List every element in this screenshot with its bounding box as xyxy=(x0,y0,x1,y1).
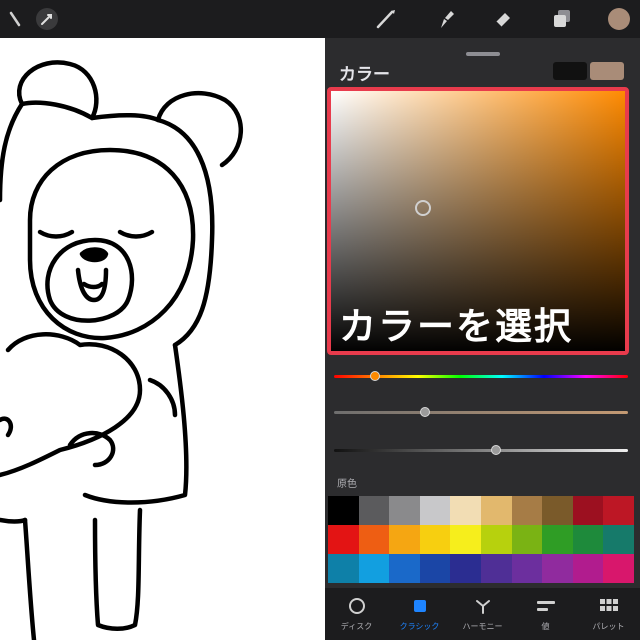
palette-swatch[interactable] xyxy=(419,554,451,583)
tab-classic[interactable]: クラシック xyxy=(388,588,451,640)
wrench-icon[interactable] xyxy=(2,7,28,31)
palette-swatch[interactable] xyxy=(481,496,512,525)
palette-swatch[interactable] xyxy=(572,525,604,554)
tab-value[interactable]: 値 xyxy=(514,588,577,640)
palette-swatch[interactable] xyxy=(389,525,420,554)
brightness-slider-knob[interactable] xyxy=(490,445,501,455)
color-panel: カラー カラーを選択 原色 ディスク クラシック ハーモニー 値 パレット xyxy=(325,38,640,640)
harmony-icon xyxy=(474,597,492,615)
tab-label: 値 xyxy=(541,622,550,631)
saturation-brightness-picker[interactable]: カラーを選択 xyxy=(327,87,629,355)
circle-icon xyxy=(348,597,366,615)
palette-swatch[interactable] xyxy=(481,554,512,583)
saturation-slider-knob[interactable] xyxy=(420,407,431,417)
hue-slider[interactable] xyxy=(334,371,628,381)
square-icon xyxy=(411,597,429,615)
palette-swatch[interactable] xyxy=(389,496,420,525)
color-mode-tabbar: ディスク クラシック ハーモニー 値 パレット xyxy=(325,588,640,640)
palette-swatch[interactable] xyxy=(572,554,604,583)
palette-swatch[interactable] xyxy=(358,554,390,583)
smudge-icon[interactable] xyxy=(433,7,459,31)
palette-swatch[interactable] xyxy=(328,525,359,554)
palette-swatch[interactable] xyxy=(572,496,604,525)
tab-label: クラシック xyxy=(399,622,440,631)
top-toolbar xyxy=(0,0,640,38)
tab-harmony[interactable]: ハーモニー xyxy=(451,588,514,640)
palette-swatch[interactable] xyxy=(542,554,573,583)
palette-swatch[interactable] xyxy=(328,554,359,583)
annotation-text: カラーを選択 xyxy=(339,305,573,348)
palette-swatch[interactable] xyxy=(358,496,390,525)
palette-swatch[interactable] xyxy=(450,496,481,525)
tab-label: ディスク xyxy=(340,622,373,631)
tab-label: ハーモニー xyxy=(462,622,503,631)
palette-swatch[interactable] xyxy=(542,496,573,525)
palette-swatch[interactable] xyxy=(419,496,451,525)
primary-color-swatch[interactable] xyxy=(553,62,587,80)
saturation-slider[interactable] xyxy=(334,407,628,417)
brightness-slider[interactable] xyxy=(334,445,628,455)
tab-disc[interactable]: ディスク xyxy=(325,588,388,640)
palette-swatch[interactable] xyxy=(511,525,543,554)
eraser-icon[interactable] xyxy=(490,7,516,31)
grid-icon xyxy=(599,597,619,615)
palette-grid xyxy=(328,496,634,583)
palette-swatch[interactable] xyxy=(419,525,451,554)
palette-swatch[interactable] xyxy=(450,554,481,583)
palette-swatch[interactable] xyxy=(511,496,543,525)
secondary-color-swatch[interactable] xyxy=(590,62,624,80)
palette-label: 原色 xyxy=(337,479,357,490)
tab-palette[interactable]: パレット xyxy=(577,588,640,640)
layers-icon[interactable] xyxy=(549,7,575,31)
panel-grab-handle[interactable] xyxy=(466,52,500,56)
sliders-icon xyxy=(536,597,556,615)
tab-label: パレット xyxy=(592,622,625,631)
color-swatch-icon[interactable] xyxy=(606,7,632,31)
palette-swatch[interactable] xyxy=(542,525,573,554)
color-picker-knob[interactable] xyxy=(415,200,431,216)
magic-wand-icon[interactable] xyxy=(34,7,60,31)
panel-title: カラー xyxy=(339,65,390,85)
palette-swatch[interactable] xyxy=(603,554,634,583)
palette-swatch[interactable] xyxy=(358,525,390,554)
palette-swatch[interactable] xyxy=(450,525,481,554)
palette-swatch[interactable] xyxy=(389,554,420,583)
palette-swatch[interactable] xyxy=(603,525,634,554)
palette-swatch[interactable] xyxy=(481,525,512,554)
palette-swatch[interactable] xyxy=(511,554,543,583)
palette-swatch[interactable] xyxy=(328,496,359,525)
palette-swatch[interactable] xyxy=(603,496,634,525)
brush-icon[interactable] xyxy=(373,7,399,31)
hue-slider-knob[interactable] xyxy=(370,371,381,381)
